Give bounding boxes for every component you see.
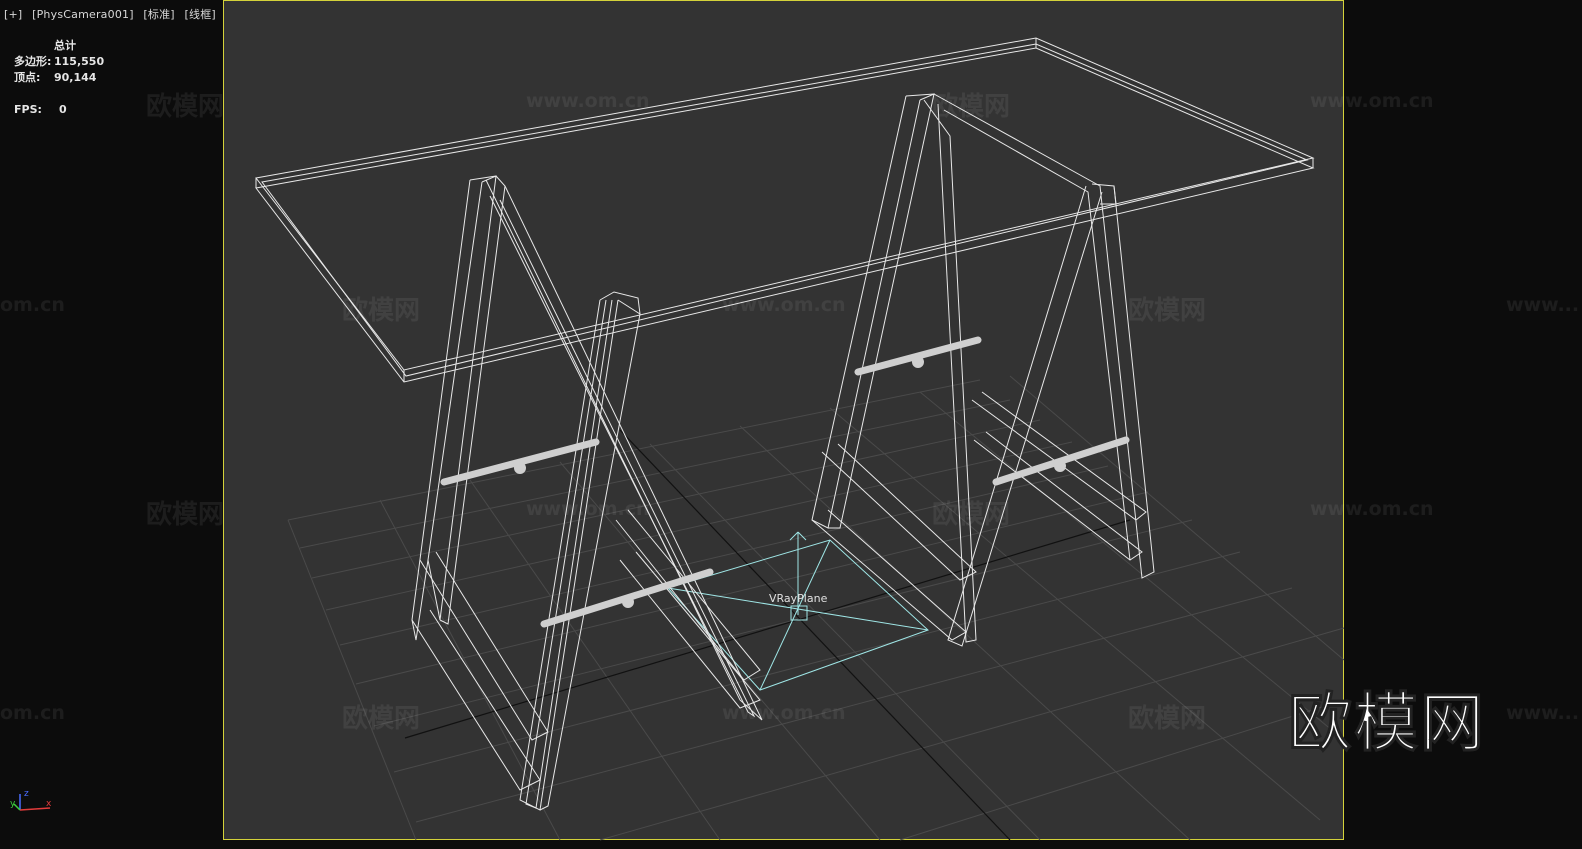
right-stretcher-knobs bbox=[912, 356, 1066, 472]
home-grid bbox=[287, 375, 1345, 841]
axis-z-label: z bbox=[24, 789, 29, 799]
left-trestle-wireframe[interactable] bbox=[411, 175, 763, 811]
axis-tripod-icon: z x y bbox=[10, 789, 52, 811]
watermark-url-partial: www... bbox=[1506, 702, 1580, 724]
watermark-url-partial: www... bbox=[1506, 294, 1580, 316]
watermark-cn: 欧模网 bbox=[932, 92, 1011, 122]
axis-x-label: x bbox=[46, 799, 52, 809]
watermark-url: www.om.cn bbox=[1310, 498, 1434, 520]
watermark-url: www.om.cn bbox=[1310, 90, 1434, 112]
watermark-cn: 欧模网 bbox=[932, 500, 1011, 530]
watermark-cn: 欧模网 bbox=[146, 500, 225, 530]
vrayplane-label: VRayPlane bbox=[769, 592, 828, 605]
watermark-cn: 欧模网 bbox=[1128, 296, 1207, 326]
grid-axes bbox=[404, 429, 1131, 841]
watermark-cn: 欧模网 bbox=[1128, 704, 1207, 734]
watermark-cn: 欧模网 bbox=[342, 704, 421, 734]
table-top-wireframe[interactable] bbox=[255, 37, 1315, 383]
vrayplane-light[interactable] bbox=[667, 531, 929, 691]
axis-y-label: y bbox=[10, 799, 16, 809]
watermark-cn: 欧模网 bbox=[342, 296, 421, 326]
watermark-cn: 欧模网 bbox=[146, 92, 225, 122]
brand-logo-watermark: 欧模网 bbox=[1288, 687, 1486, 762]
watermark-url: www.om.cn bbox=[526, 90, 650, 112]
watermark-url: www.om.cn bbox=[722, 294, 846, 316]
watermark-url-partial: om.cn bbox=[0, 702, 65, 724]
right-stretcher-bars bbox=[854, 336, 1130, 486]
watermark-url: www.om.cn bbox=[722, 702, 846, 724]
watermark-url-partial: om.cn bbox=[0, 294, 65, 316]
watermark-url: www.om.cn bbox=[526, 498, 650, 520]
